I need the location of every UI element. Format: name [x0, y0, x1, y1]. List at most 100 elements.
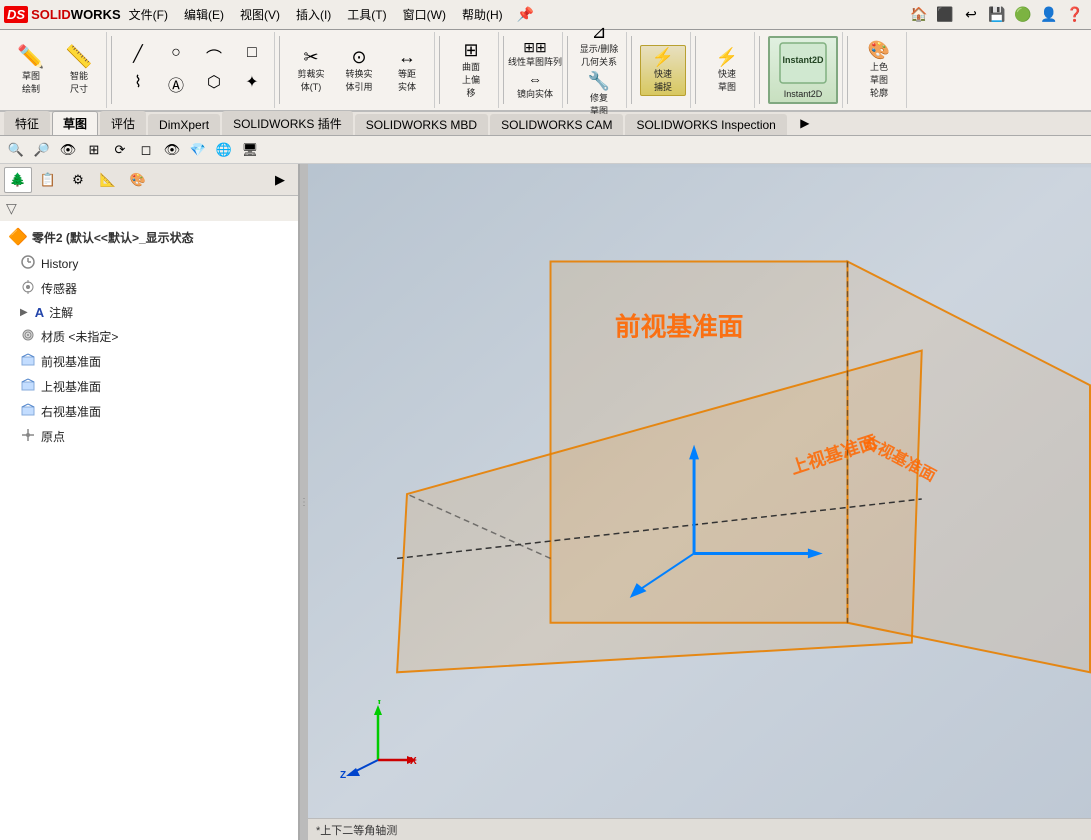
material-item[interactable]: 材质 <未指定> [0, 324, 298, 349]
svg-text:Instant2D: Instant2D [782, 55, 824, 65]
convert-btn[interactable]: ⊙ 转换实体引用 [336, 46, 382, 95]
trim-icon: ✂ [303, 48, 318, 66]
tab-sw-cam[interactable]: SOLIDWORKS CAM [490, 114, 623, 135]
rect-btn[interactable]: □ [234, 43, 270, 69]
origin-item[interactable]: 原点 [0, 424, 298, 449]
line-btn[interactable]: ╱ [120, 43, 156, 69]
instant2d-btn[interactable]: Instant2D Instant2D [768, 36, 838, 104]
expand-icon[interactable]: ▶ [20, 307, 28, 318]
text-btn[interactable]: Ⓐ [158, 71, 194, 97]
feature-tree-btn[interactable]: 🌲 [4, 167, 32, 193]
collapse-panel-btn[interactable]: ▶ [266, 167, 294, 193]
main-area: 🌲 📋 ⚙ 📐 🎨 ▶ ▽ 🔶 零件2 (默认<<默认>_显示状态 [0, 164, 1091, 840]
poly-btn[interactable]: ⬡ [196, 71, 232, 97]
instant2d-label: Instant2D [784, 89, 823, 99]
quick-sketch-btn[interactable]: ⚡ 快速草图 [704, 46, 750, 95]
sketch-icon: ✏️ [17, 46, 44, 68]
trim-label: 剪裁实体(T) [297, 67, 324, 93]
front-plane-item[interactable]: 前视基准面 [0, 349, 298, 374]
color-label: 上色草图轮廓 [870, 60, 888, 99]
circle-btn[interactable]: ○ [158, 43, 194, 69]
appearance-btn[interactable]: 👁 [160, 139, 184, 161]
color-group: 🎨 上色草图轮廓 [852, 32, 907, 108]
menu-insert[interactable]: 插入(I) [288, 2, 339, 27]
zoom-previous-btn[interactable]: 🔍 [4, 139, 28, 161]
menu-tools[interactable]: 工具(T) [339, 2, 394, 27]
home-btn[interactable]: 🏠 [907, 3, 931, 27]
surface-group: ⊞ 曲面上偏移 [444, 32, 499, 108]
pin-icon[interactable]: 📌 [517, 6, 534, 23]
part-header[interactable]: 🔶 零件2 (默认<<默认>_显示状态 [0, 223, 298, 251]
display-mode-btn[interactable]: 💎 [186, 139, 210, 161]
view-filter-btn[interactable]: 👁 [56, 139, 80, 161]
menu-edit[interactable]: 编辑(E) [176, 2, 232, 27]
sketch-draw-btn[interactable]: ✏️ 草图绘制 [8, 44, 54, 97]
annotation-icon: A [35, 305, 44, 320]
scene-btn[interactable]: 🌐 [212, 139, 236, 161]
quick-snap-btn[interactable]: ⚡ 快速捕捉 [640, 45, 686, 96]
sensor-item[interactable]: 传感器 [0, 276, 298, 301]
top-plane-item[interactable]: 上视基准面 [0, 374, 298, 399]
tab-sw-inspection[interactable]: SOLIDWORKS Inspection [625, 114, 786, 135]
array-group: ⊞⊞ 线性草图阵列 ⇔ 镜向实体 [508, 32, 563, 108]
view-grid-btn[interactable]: ⊞ [82, 139, 106, 161]
show-relations-btn[interactable]: ⊿ 显示/删除几何关系 [576, 21, 622, 70]
user-icon[interactable]: 👤 [1037, 3, 1061, 27]
zoom-fit-btn[interactable]: 🔎 [30, 139, 54, 161]
save-btn[interactable]: 💾 [985, 3, 1009, 27]
history-item[interactable]: History [0, 251, 298, 276]
relations-icon: ⊿ [591, 23, 606, 41]
hide-plane-btn[interactable]: ◻ [134, 139, 158, 161]
view-orient-btn[interactable]: ⟳ [108, 139, 132, 161]
point-icon: ✦ [245, 72, 258, 92]
tab-dimxpert[interactable]: DimXpert [148, 114, 220, 135]
linear-array-btn[interactable]: ⊞⊞ 线性草图阵列 [512, 38, 558, 70]
appearance-panel-btn[interactable]: 🎨 [124, 167, 152, 193]
tab-overflow-btn[interactable]: ▶ [793, 111, 817, 135]
config-manager-btn[interactable]: ⚙ [64, 167, 92, 193]
tab-feature[interactable]: 特征 [4, 111, 50, 135]
tab-sketch[interactable]: 草图 [52, 111, 98, 135]
3d-scene[interactable]: 前视基准面 上视基准面 右视基准面 Y X Z [308, 164, 1091, 840]
point-btn[interactable]: ✦ [234, 71, 270, 97]
line-group: ╱ ○ ⌒ □ ⌇ Ⓐ ⬡ [116, 32, 275, 108]
mirror-btn[interactable]: ⇔ 镜向实体 [512, 70, 558, 102]
spline-icon: ⌇ [134, 72, 142, 92]
tab-sw-plugins[interactable]: SOLIDWORKS 插件 [222, 111, 353, 135]
annotation-item[interactable]: ▶ A 注解 [0, 301, 298, 324]
surface-offset-btn[interactable]: ⊞ 曲面上偏移 [448, 39, 494, 101]
arc-btn[interactable]: ⌒ [196, 43, 232, 69]
repair-icon: 🔧 [588, 72, 610, 90]
svg-text:上视基准面: 上视基准面 [788, 431, 879, 479]
text-icon: Ⓐ [168, 72, 184, 96]
display-manager-btn[interactable]: 🖥 [238, 139, 262, 161]
tab-evaluate[interactable]: 评估 [100, 111, 146, 135]
back-btn[interactable]: ⬛ [933, 3, 957, 27]
offset-btn[interactable]: ↔ 等距实体 [384, 46, 430, 95]
menu-bar: DS SOLIDWORKS 文件(F) 编辑(E) 视图(V) 插入(I) 工具… [0, 0, 1091, 30]
front-plane-icon [20, 352, 36, 371]
prop-manager-btn[interactable]: 📋 [34, 167, 62, 193]
color-sketch-btn[interactable]: 🎨 上色草图轮廓 [856, 39, 902, 101]
menu-window[interactable]: 窗口(W) [395, 2, 454, 27]
viewport[interactable]: 前视基准面 上视基准面 右视基准面 Y X Z [308, 164, 1091, 840]
help-icon[interactable]: ❓ [1063, 3, 1087, 27]
filter-bar: ▽ [0, 196, 298, 221]
menu-view[interactable]: 视图(V) [232, 2, 288, 27]
spline-btn[interactable]: ⌇ [120, 71, 156, 97]
trim-btn[interactable]: ✂ 剪裁实体(T) [288, 46, 334, 95]
offset-label: 等距实体 [398, 67, 416, 93]
forward-btn[interactable]: ↩ [959, 3, 983, 27]
resize-handle[interactable]: ⋮ [300, 164, 308, 840]
menu-help[interactable]: 帮助(H) [454, 2, 511, 27]
surface-label: 曲面上偏移 [462, 60, 480, 99]
history-icon [20, 254, 36, 273]
dim-expert-btn[interactable]: 📐 [94, 167, 122, 193]
repair-sketch-btn[interactable]: 🔧 修复草图 [576, 70, 622, 119]
smart-dim-btn[interactable]: 📏 智能尺寸 [56, 44, 102, 97]
surface-icon: ⊞ [463, 41, 478, 59]
menu-file[interactable]: 文件(F) [121, 2, 176, 27]
tab-sw-mbd[interactable]: SOLIDWORKS MBD [355, 114, 488, 135]
part-icon: 🔶 [8, 227, 28, 247]
right-plane-item[interactable]: 右视基准面 [0, 399, 298, 424]
